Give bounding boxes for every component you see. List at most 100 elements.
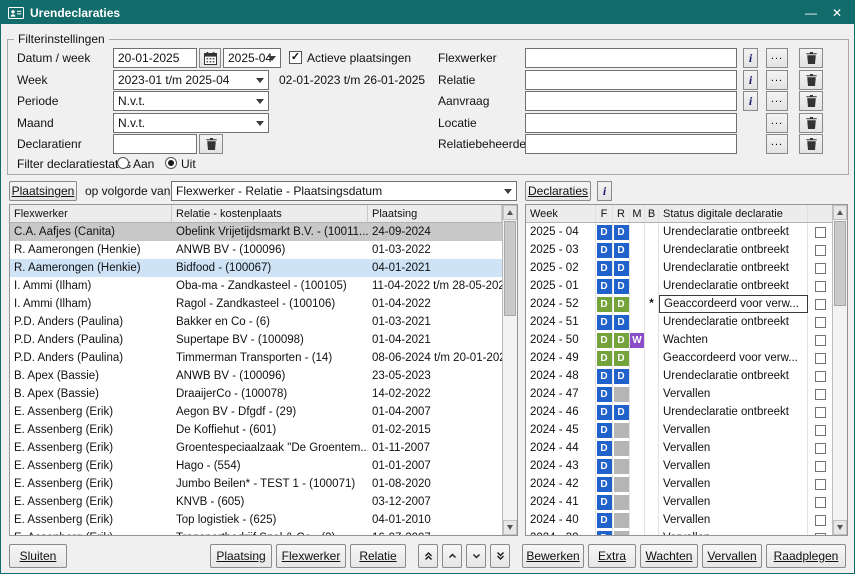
flexwerker-filter-input[interactable] (525, 48, 737, 68)
relatiebeheerder-clear-button[interactable] (799, 134, 823, 154)
declaraties-info-button[interactable]: i (597, 181, 612, 201)
declaratie-checkbox[interactable] (815, 263, 826, 274)
declaratie-row[interactable]: 2024 - 43DVervallen (526, 457, 832, 475)
declaratie-row[interactable]: 2025 - 02DDUrendeclaratie ontbreekt (526, 259, 832, 277)
nav-last-button[interactable] (490, 544, 510, 568)
nav-prev-button[interactable] (442, 544, 462, 568)
raadplegen-button[interactable]: Raadplegen (766, 544, 846, 568)
datum-input[interactable] (113, 48, 197, 68)
declaratie-row[interactable]: 2024 - 46DDUrendeclaratie ontbreekt (526, 403, 832, 421)
declaraties-tab-button[interactable]: Declaraties (525, 181, 591, 201)
plaatsing-row[interactable]: I. Ammi (Ilham)Oba-ma - Zandkasteel - (1… (10, 277, 502, 295)
declaratie-checkbox[interactable] (815, 245, 826, 256)
plaatsing-row[interactable]: R. Aamerongen (Henkie)ANWB BV - (100096)… (10, 241, 502, 259)
declaratie-row[interactable]: 2024 - 40DVervallen (526, 511, 832, 529)
close-button[interactable]: ✕ (827, 6, 847, 20)
declaratie-row[interactable]: 2024 - 52DD*Geaccordeerd voor verw... (526, 295, 832, 313)
declaratie-checkbox[interactable] (815, 533, 826, 536)
declaratie-checkbox[interactable] (815, 407, 826, 418)
plaatsing-row[interactable]: C.A. Aafjes (Canita)Obelink Vrijetijdsma… (10, 223, 502, 241)
scroll-down-button[interactable] (503, 520, 517, 535)
extra-button[interactable]: Extra (588, 544, 636, 568)
relatie-browse-button[interactable]: ... (766, 70, 788, 90)
declaratie-row[interactable]: 2024 - 39DVervallen (526, 529, 832, 535)
column-header-flexwerker[interactable]: Flexwerker (10, 205, 172, 222)
aanvraag-info-button[interactable]: i (743, 91, 758, 111)
declaratie-checkbox[interactable] (815, 479, 826, 490)
declaratie-checkbox[interactable] (815, 497, 826, 508)
flexwerker-button[interactable]: Flexwerker (276, 544, 346, 568)
plaatsing-row[interactable]: E. Assenberg (Erik)Groentespeciaalzaak "… (10, 439, 502, 457)
nav-first-button[interactable] (418, 544, 438, 568)
plaatsing-row[interactable]: E. Assenberg (Erik)Jumbo Beilen* - TEST … (10, 475, 502, 493)
flexwerker-info-button[interactable]: i (743, 48, 758, 68)
column-header-relatie-kostenplaats[interactable]: Relatie - kostenplaats (172, 205, 368, 222)
column-header-m[interactable]: M (630, 205, 645, 222)
locatie-clear-button[interactable] (799, 113, 823, 133)
plaatsing-row[interactable]: B. Apex (Bassie)ANWB BV - (100096)23-05-… (10, 367, 502, 385)
declaratie-row[interactable]: 2024 - 48DDUrendeclaratie ontbreekt (526, 367, 832, 385)
sluiten-button[interactable]: Sluiten (9, 544, 67, 568)
declaratie-checkbox[interactable] (815, 389, 826, 400)
aanvraag-clear-button[interactable] (799, 91, 823, 111)
column-header-plaatsing[interactable]: Plaatsing (368, 205, 502, 222)
relatie-clear-button[interactable] (799, 70, 823, 90)
vervallen-button[interactable]: Vervallen (702, 544, 762, 568)
declaratienr-clear-button[interactable] (199, 134, 223, 154)
scroll-up-button[interactable] (833, 205, 847, 220)
aanvraag-browse-button[interactable]: ... (766, 91, 788, 111)
declaratie-row[interactable]: 2024 - 51DDUrendeclaratie ontbreekt (526, 313, 832, 331)
sort-select[interactable]: Flexwerker - Relatie - Plaatsingsdatum (171, 181, 517, 201)
scrollbar-thumb[interactable] (834, 221, 846, 306)
scroll-up-button[interactable] (503, 205, 517, 220)
column-header-week[interactable]: Week (526, 205, 596, 222)
declaratienr-input[interactable] (113, 134, 197, 154)
plaatsing-row[interactable]: P.D. Anders (Paulina)Timmerman Transport… (10, 349, 502, 367)
relatiebeheerder-browse-button[interactable]: ... (766, 134, 788, 154)
plaatsing-button[interactable]: Plaatsing (210, 544, 272, 568)
column-header-status[interactable]: Status digitale declaratie (659, 205, 808, 222)
declaratie-checkbox[interactable] (815, 299, 826, 310)
week-number-select[interactable]: 2025-04 (223, 48, 281, 68)
plaatsingen-scrollbar[interactable] (502, 205, 517, 535)
plaatsing-row[interactable]: E. Assenberg (Erik)De Koffiehut - (601)0… (10, 421, 502, 439)
declaratie-checkbox[interactable] (815, 371, 826, 382)
nav-next-button[interactable] (466, 544, 486, 568)
column-header-f[interactable]: F (596, 205, 613, 222)
maand-select[interactable]: N.v.t. (113, 113, 269, 133)
declaratie-row[interactable]: 2024 - 45DVervallen (526, 421, 832, 439)
plaatsingen-tab-button[interactable]: Plaatsingen (9, 181, 77, 201)
periode-select[interactable]: N.v.t. (113, 91, 269, 111)
declaratie-checkbox[interactable] (815, 425, 826, 436)
relatiebeheerder-filter-input[interactable] (525, 134, 737, 154)
declaratie-row[interactable]: 2024 - 47DVervallen (526, 385, 832, 403)
declaratie-checkbox[interactable] (815, 461, 826, 472)
plaatsing-row[interactable]: I. Ammi (Ilham)Ragol - Zandkasteel - (10… (10, 295, 502, 313)
aanvraag-filter-input[interactable] (525, 91, 737, 111)
declaraties-scrollbar[interactable] (832, 205, 847, 535)
locatie-filter-input[interactable] (525, 113, 737, 133)
plaatsing-row[interactable]: E. Assenberg (Erik)Top logistiek - (625)… (10, 511, 502, 529)
minimize-button[interactable]: — (801, 6, 821, 20)
plaatsing-row[interactable]: E. Assenberg (Erik)Hago - (554)01-01-200… (10, 457, 502, 475)
plaatsing-row[interactable]: E. Assenberg (Erik)KNVB - (605)03-12-200… (10, 493, 502, 511)
column-header-r[interactable]: R (613, 205, 630, 222)
titlebar[interactable]: Urendeclaraties — ✕ (1, 1, 854, 24)
declaratie-checkbox[interactable] (815, 515, 826, 526)
declaratie-row[interactable]: 2024 - 49DDGeaccordeerd voor verw... (526, 349, 832, 367)
declaratie-row[interactable]: 2024 - 50DDWWachten (526, 331, 832, 349)
scrollbar-thumb[interactable] (504, 221, 516, 316)
actieve-plaatsingen-checkbox[interactable]: ✓ (289, 51, 302, 64)
column-header-b[interactable]: B (645, 205, 659, 222)
declaratie-checkbox[interactable] (815, 227, 826, 238)
filter-status-radio-aan[interactable] (117, 157, 129, 169)
bewerken-button[interactable]: Bewerken (522, 544, 584, 568)
locatie-browse-button[interactable]: ... (766, 113, 788, 133)
relatie-info-button[interactable]: i (743, 70, 758, 90)
declaratie-checkbox[interactable] (815, 335, 826, 346)
declaratie-row[interactable]: 2024 - 44DVervallen (526, 439, 832, 457)
calendar-button[interactable] (199, 48, 221, 68)
declaratie-row[interactable]: 2024 - 41DVervallen (526, 493, 832, 511)
flexwerker-browse-button[interactable]: ... (766, 48, 788, 68)
declaratie-checkbox[interactable] (815, 317, 826, 328)
